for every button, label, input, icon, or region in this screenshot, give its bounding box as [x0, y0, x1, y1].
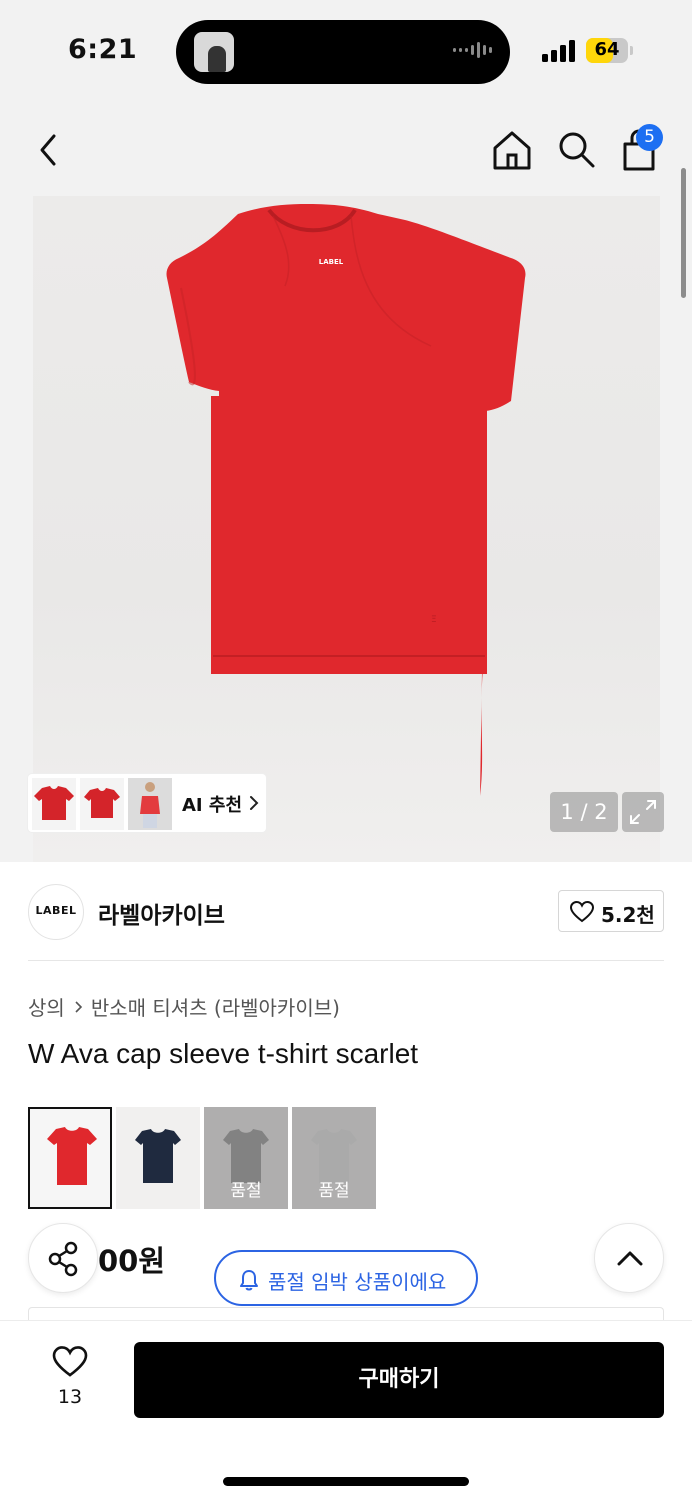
- status-bar: 6:21 64: [0, 0, 692, 104]
- ai-thumbnail-2[interactable]: [80, 778, 124, 830]
- expand-image-button[interactable]: [622, 792, 664, 832]
- brand-logo[interactable]: LABEL: [28, 884, 84, 940]
- color-option-navy[interactable]: [116, 1107, 200, 1209]
- product-image[interactable]: LABEL Ξ: [33, 196, 660, 862]
- audio-wave-icon: [453, 42, 492, 58]
- status-time: 6:21: [68, 34, 138, 65]
- cart-count-badge: 5: [636, 124, 663, 151]
- model-thumbnail-icon: [140, 782, 160, 828]
- page-scrollbar[interactable]: [681, 168, 686, 298]
- share-button[interactable]: [28, 1223, 98, 1293]
- home-indicator[interactable]: [223, 1477, 469, 1486]
- breadcrumb: 상의 반소매 티셔츠 (라벨아카이브): [28, 992, 340, 1021]
- image-page-indicator: 1 / 2: [550, 792, 618, 832]
- scroll-to-top-button[interactable]: [594, 1223, 664, 1293]
- ai-recommend-label: AI 추천: [182, 795, 243, 816]
- expand-icon: [630, 800, 656, 824]
- heart-outline-icon: [52, 1346, 88, 1377]
- wishlist-count: 13: [57, 1386, 83, 1408]
- search-button[interactable]: [554, 128, 598, 172]
- tshirt-thumbnail-icon: [34, 786, 74, 820]
- brand-name[interactable]: 라벨아카이브: [98, 896, 225, 930]
- color-option-gray-soldout[interactable]: 품절: [204, 1107, 288, 1209]
- ai-thumbnail-3[interactable]: [128, 778, 172, 830]
- chevron-right-icon: [250, 796, 259, 810]
- brand-logo-text: LABEL: [35, 904, 77, 917]
- product-price: 00원: [98, 1244, 166, 1278]
- heart-outline-icon: [570, 901, 594, 923]
- brand-like-count: 5.2천: [601, 903, 655, 927]
- tshirt-navy-icon: [135, 1129, 181, 1183]
- soldout-label: 품절: [230, 1181, 262, 1201]
- tshirt-image: LABEL Ξ: [166, 204, 526, 796]
- color-option-white-soldout[interactable]: 품절: [292, 1107, 376, 1209]
- shirt-embroidery-mark: Ξ: [431, 615, 437, 625]
- battery-percent: 64: [594, 39, 620, 60]
- ai-recommend-strip[interactable]: AI 추천: [28, 774, 266, 832]
- soldout-label: 품절: [318, 1181, 350, 1201]
- bell-icon: [240, 1270, 258, 1291]
- shirt-label-text: LABEL: [319, 258, 344, 266]
- buy-button[interactable]: 구매하기: [134, 1342, 664, 1418]
- breadcrumb-subcategory[interactable]: 반소매 티셔츠 (라벨아카이브): [91, 992, 340, 1021]
- tshirt-red-icon: [47, 1127, 97, 1185]
- breadcrumb-category[interactable]: 상의: [28, 992, 65, 1021]
- now-playing-thumbnail: [194, 32, 234, 72]
- section-divider: [28, 960, 664, 961]
- ai-thumbnail-1[interactable]: [32, 778, 76, 830]
- product-title: W Ava cap sleeve t-shirt scarlet: [28, 1038, 419, 1069]
- chevron-left-icon: [40, 134, 56, 166]
- share-icon: [48, 1241, 78, 1277]
- home-button[interactable]: [490, 128, 534, 172]
- chevron-up-icon: [617, 1251, 643, 1266]
- low-stock-banner[interactable]: 품절 임박 상품이에요: [214, 1250, 478, 1306]
- low-stock-text: 품절 임박 상품이에요: [268, 1270, 447, 1294]
- chevron-right-icon: [75, 1000, 82, 1013]
- home-icon: [493, 131, 531, 170]
- battery-icon: 64: [586, 38, 628, 63]
- color-option-red[interactable]: [28, 1107, 112, 1209]
- search-icon: [559, 132, 595, 168]
- top-navigation: [0, 104, 692, 196]
- cellular-signal-icon: [542, 40, 575, 62]
- wishlist-button[interactable]: 13: [36, 1340, 104, 1414]
- dynamic-island[interactable]: [176, 20, 510, 84]
- back-button[interactable]: [32, 130, 68, 170]
- brand-like-button[interactable]: 5.2천: [558, 890, 664, 932]
- tshirt-thumbnail-icon: [84, 788, 120, 818]
- battery-cap: [630, 46, 633, 55]
